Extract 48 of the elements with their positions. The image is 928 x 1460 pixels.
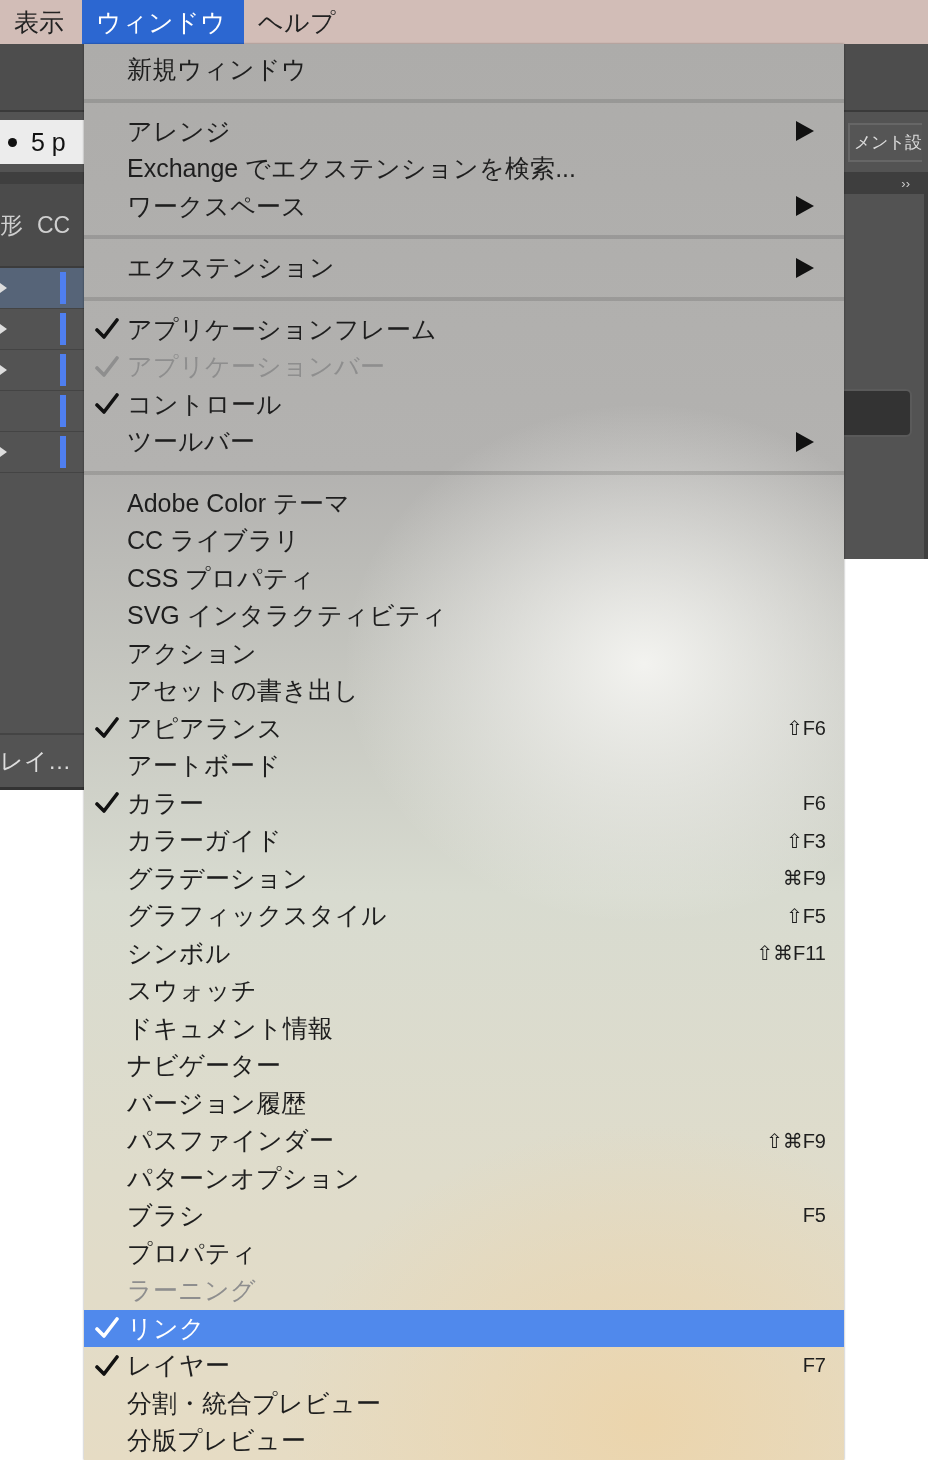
menu-item[interactable]: パスファインダー ⇧⌘F9 (84, 1122, 844, 1160)
menu-item[interactable]: コントロール (84, 385, 844, 423)
menu-item[interactable]: エクステンション (84, 249, 844, 287)
collapse-panel-button[interactable]: ›› (901, 175, 910, 191)
menu-item[interactable]: ワークスペース (84, 187, 844, 225)
menu-item[interactable]: ツールバー (84, 423, 844, 461)
menu-item[interactable]: バージョン履歴 (84, 1084, 844, 1122)
menu-item[interactable]: アートボード (84, 747, 844, 785)
menu-item[interactable]: SVG インタラクティビティ (84, 597, 844, 635)
menu-item[interactable]: アクション (84, 634, 844, 672)
menu-item[interactable]: アプリケーションフレーム (84, 310, 844, 348)
layer-row[interactable] (0, 268, 84, 309)
expand-arrow-icon[interactable] (0, 446, 8, 458)
menu-item[interactable]: アレンジ (84, 112, 844, 150)
input-field[interactable] (844, 389, 912, 437)
size-field[interactable]: 5 p (0, 120, 84, 164)
document-setup-button[interactable]: メント設 (848, 122, 922, 162)
menu-item[interactable]: 分版プレビュー (84, 1422, 844, 1460)
menu-item[interactable]: アセットの書き出し (84, 672, 844, 710)
panel-tab[interactable]: 形 (0, 209, 23, 241)
menu-item[interactable]: アピアランス ⇧F6 (84, 709, 844, 747)
expand-arrow-icon[interactable] (0, 364, 8, 376)
expand-arrow-icon[interactable] (0, 282, 8, 294)
menu-item[interactable]: CC ライブラリ (84, 522, 844, 560)
menu-item[interactable]: 新規ウィンドウ (84, 51, 844, 89)
menu-item[interactable]: CSS プロパティ (84, 559, 844, 597)
menu-item[interactable]: スウォッチ (84, 972, 844, 1010)
menu-item[interactable]: シンボル ⇧⌘F11 (84, 934, 844, 972)
menu-item[interactable]: カラーガイド ⇧F3 (84, 822, 844, 860)
menu-item[interactable]: グラフィックスタイル ⇧F5 (84, 897, 844, 935)
menu-item[interactable]: プロパティ (84, 1234, 844, 1272)
menu-bar-item[interactable]: 表示 (0, 0, 82, 44)
menu-item[interactable]: ナビゲーター (84, 1047, 844, 1085)
menu-item[interactable]: ドキュメント情報 (84, 1009, 844, 1047)
menu-item[interactable]: レイヤー F7 (84, 1347, 844, 1385)
menu-item[interactable]: Adobe Color テーマ (84, 484, 844, 522)
panel-footer-text: レイ… (0, 746, 71, 776)
panel-tab[interactable]: CC (37, 211, 71, 239)
menu-item[interactable]: パターンオプション (84, 1159, 844, 1197)
menu-item[interactable]: カラー F6 (84, 784, 844, 822)
menu-item[interactable]: 分割・統合プレビュー (84, 1384, 844, 1422)
menu-item[interactable]: グラデーション ⌘F9 (84, 859, 844, 897)
expand-arrow-icon[interactable] (0, 323, 8, 335)
menu-item[interactable]: Exchange でエクステンションを検索... (84, 150, 844, 188)
menu-item[interactable]: ブラシ F5 (84, 1197, 844, 1235)
menu-bar-item[interactable]: ウィンドウ (82, 0, 244, 44)
menu-bar-item[interactable]: ヘルプ (244, 0, 354, 44)
bullet-icon (8, 137, 17, 147)
